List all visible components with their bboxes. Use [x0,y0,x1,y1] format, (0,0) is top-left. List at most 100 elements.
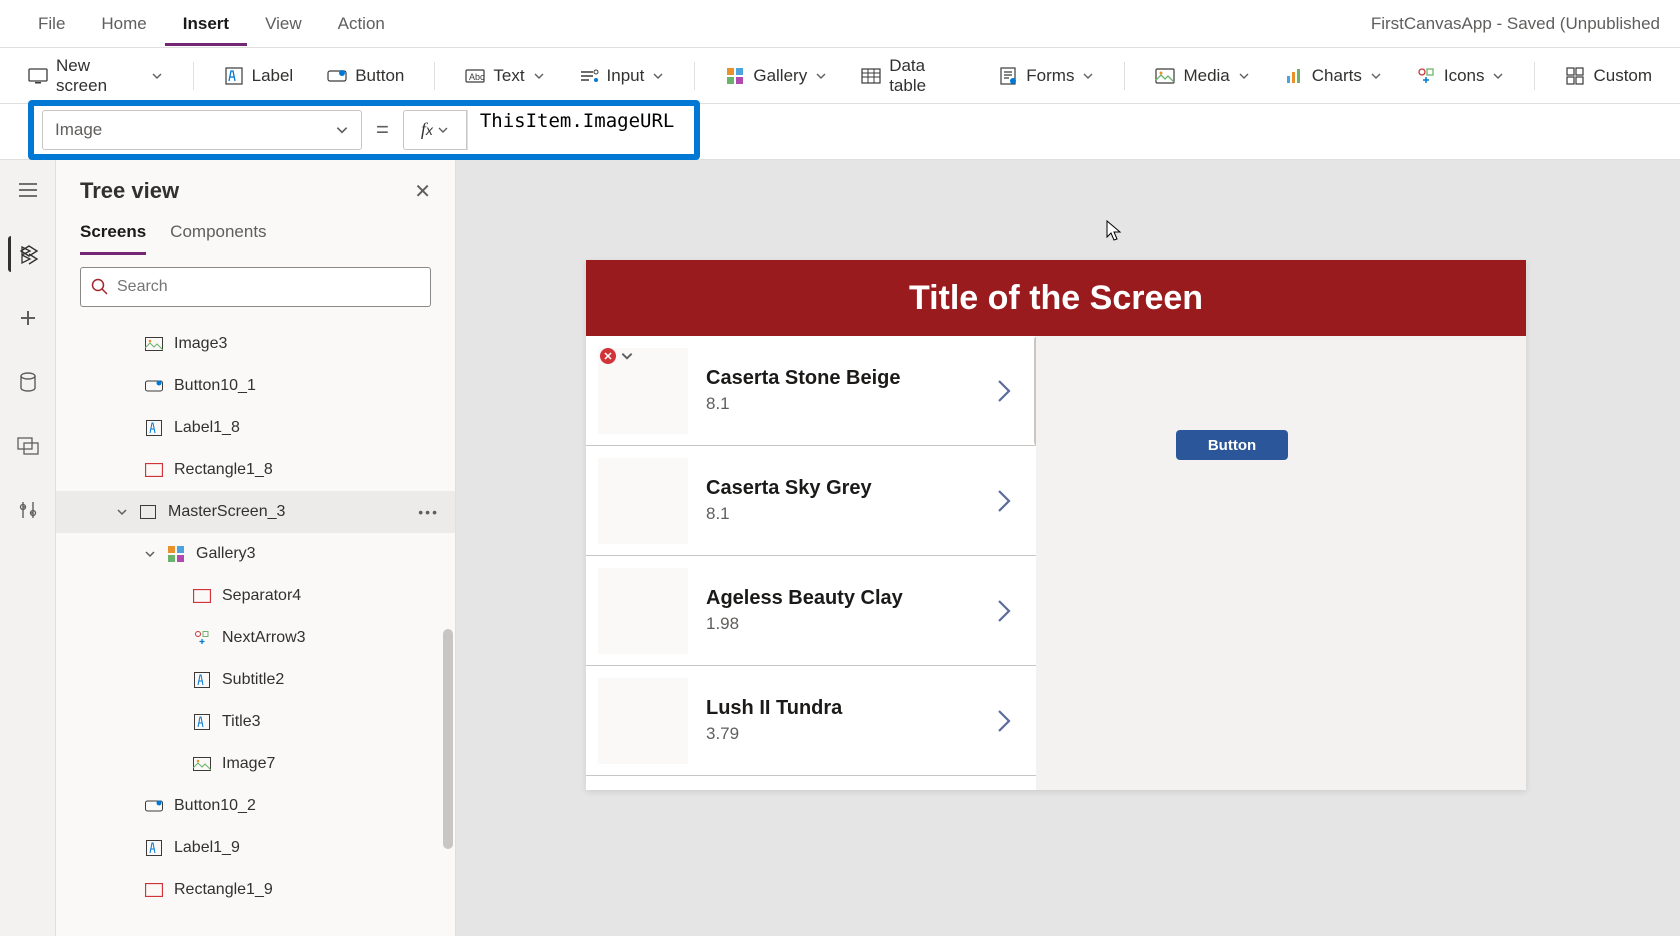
charts-button[interactable]: Charts [1274,60,1392,92]
custom-button[interactable]: Custom [1555,60,1662,92]
input-button[interactable]: Input [569,60,675,92]
chevron-right-icon[interactable] [996,708,1012,734]
label-icon [144,838,164,858]
tree-item-label1-9[interactable]: Label1_9 [56,827,455,869]
formula-highlight-box: Image = fx ThisItem.ImageURL [28,100,700,160]
gallery-item-title[interactable]: Lush II Tundra [706,697,842,720]
media-icon [1155,66,1175,86]
media-btn-label: Media [1183,66,1229,86]
tab-components[interactable]: Components [170,212,266,255]
tree-scrollbar[interactable] [443,629,453,849]
tree-item-label1-8[interactable]: Label1_8 [56,407,455,449]
error-indicator[interactable]: ✕ [600,348,634,364]
tree-item-title3[interactable]: Title3 [56,701,455,743]
gallery-item[interactable]: Caserta Stone Beige 8.1 [586,336,1036,446]
data-table-button[interactable]: Data table [851,50,974,102]
tree-view-button[interactable] [8,236,44,272]
gallery-button[interactable]: Gallery [715,60,837,92]
chevron-down-icon [1238,70,1250,82]
tree-item-label: Label1_9 [174,839,240,857]
property-selector[interactable]: Image [42,110,362,150]
image-icon [192,754,212,774]
gallery-item[interactable]: Ageless Beauty Clay 1.98 [586,556,1036,666]
error-icon: ✕ [600,348,616,364]
equals-sign: = [362,117,403,143]
menu-view[interactable]: View [247,2,320,46]
insert-ribbon: New screen Label Button Abc Text Input G… [0,48,1680,104]
cursor-icon [1106,220,1122,242]
tree-item-label: MasterScreen_3 [168,503,285,521]
gallery-image-placeholder[interactable] [598,568,688,654]
gallery-item-subtitle[interactable]: 1.98 [706,614,903,634]
data-button[interactable] [10,364,46,400]
gallery-item[interactable]: Lush II Tundra 3.79 [586,666,1036,776]
chevron-right-icon[interactable] [996,598,1012,624]
gallery-item-title[interactable]: Caserta Stone Beige [706,367,901,390]
media-button[interactable]: Media [1145,60,1259,92]
fx-button[interactable]: fx [403,110,467,150]
menu-insert[interactable]: Insert [165,2,247,46]
gallery-icon [166,544,186,564]
gallery-item[interactable]: Caserta Sky Grey 8.1 [586,446,1036,556]
data-table-icon [861,66,881,86]
menu-home[interactable]: Home [83,2,164,46]
tab-screens[interactable]: Screens [80,212,146,255]
advanced-tools-button[interactable] [10,492,46,528]
tree-item-rectangle1-9[interactable]: Rectangle1_9 [56,869,455,911]
insert-button[interactable] [10,300,46,336]
canvas-button-control[interactable]: Button [1176,430,1288,460]
screen-title-header[interactable]: Title of the Screen [586,260,1526,336]
tree-item-gallery3[interactable]: Gallery3 [56,533,455,575]
tree-search-input[interactable] [117,278,420,296]
forms-icon [998,66,1018,86]
app-screen-preview[interactable]: Title of the Screen ✕ Caserta Stone Beig… [586,260,1526,790]
more-options-button[interactable]: ••• [418,504,439,520]
gallery-item-title[interactable]: Ageless Beauty Clay [706,587,903,610]
gallery-item-subtitle[interactable]: 8.1 [706,504,872,524]
gallery-item-subtitle[interactable]: 3.79 [706,724,842,744]
forms-button[interactable]: Forms [988,60,1104,92]
menu-action[interactable]: Action [320,2,403,46]
gallery-control[interactable]: Caserta Stone Beige 8.1 Caserta Sky Grey… [586,336,1036,790]
chevron-down-icon [620,349,634,363]
menu-file[interactable]: File [20,2,83,46]
tree-item-button10-1[interactable]: Button10_1 [56,365,455,407]
rectangle-icon [192,586,212,606]
label-icon [192,670,212,690]
tree-item-separator4[interactable]: Separator4 [56,575,455,617]
gallery-image-placeholder[interactable] [598,678,688,764]
icons-icon [192,628,212,648]
tree-item-nextarrow3[interactable]: NextArrow3 [56,617,455,659]
chevron-down-icon [151,70,163,82]
tree-item-image7[interactable]: Image7 [56,743,455,785]
gallery-item-subtitle[interactable]: 8.1 [706,394,901,414]
media-rail-button[interactable] [10,428,46,464]
gallery-item-title[interactable]: Caserta Sky Grey [706,477,872,500]
close-panel-button[interactable]: ✕ [414,179,431,204]
chevron-right-icon[interactable] [996,488,1012,514]
new-screen-button[interactable]: New screen [18,50,173,102]
image-icon [144,334,164,354]
canvas-area[interactable]: Title of the Screen ✕ Caserta Stone Beig… [456,160,1680,936]
tree-item-label: NextArrow3 [222,629,306,647]
tree-item-masterscreen-3[interactable]: MasterScreen_3 ••• [56,491,455,533]
chevron-down-icon [116,506,128,518]
icons-button[interactable]: Icons [1406,60,1515,92]
chevron-down-icon [1082,70,1094,82]
chevron-down-icon [1492,70,1504,82]
tree-item-rectangle1-8[interactable]: Rectangle1_8 [56,449,455,491]
button-button[interactable]: Button [317,60,414,92]
gallery-image-placeholder[interactable] [598,458,688,544]
hamburger-button[interactable] [10,172,46,208]
text-button[interactable]: Abc Text [455,60,554,92]
tree-item-button10-2[interactable]: Button10_2 [56,785,455,827]
label-button[interactable]: Label [214,60,304,92]
button-icon [144,796,164,816]
data-table-btn-label: Data table [889,56,964,96]
chevron-right-icon[interactable] [996,378,1012,404]
tree-item-image3[interactable]: Image3 [56,323,455,365]
tree-search-box[interactable] [80,267,431,307]
tree-item-subtitle2[interactable]: Subtitle2 [56,659,455,701]
formula-input[interactable]: ThisItem.ImageURL [467,110,686,150]
chevron-down-icon [1370,70,1382,82]
